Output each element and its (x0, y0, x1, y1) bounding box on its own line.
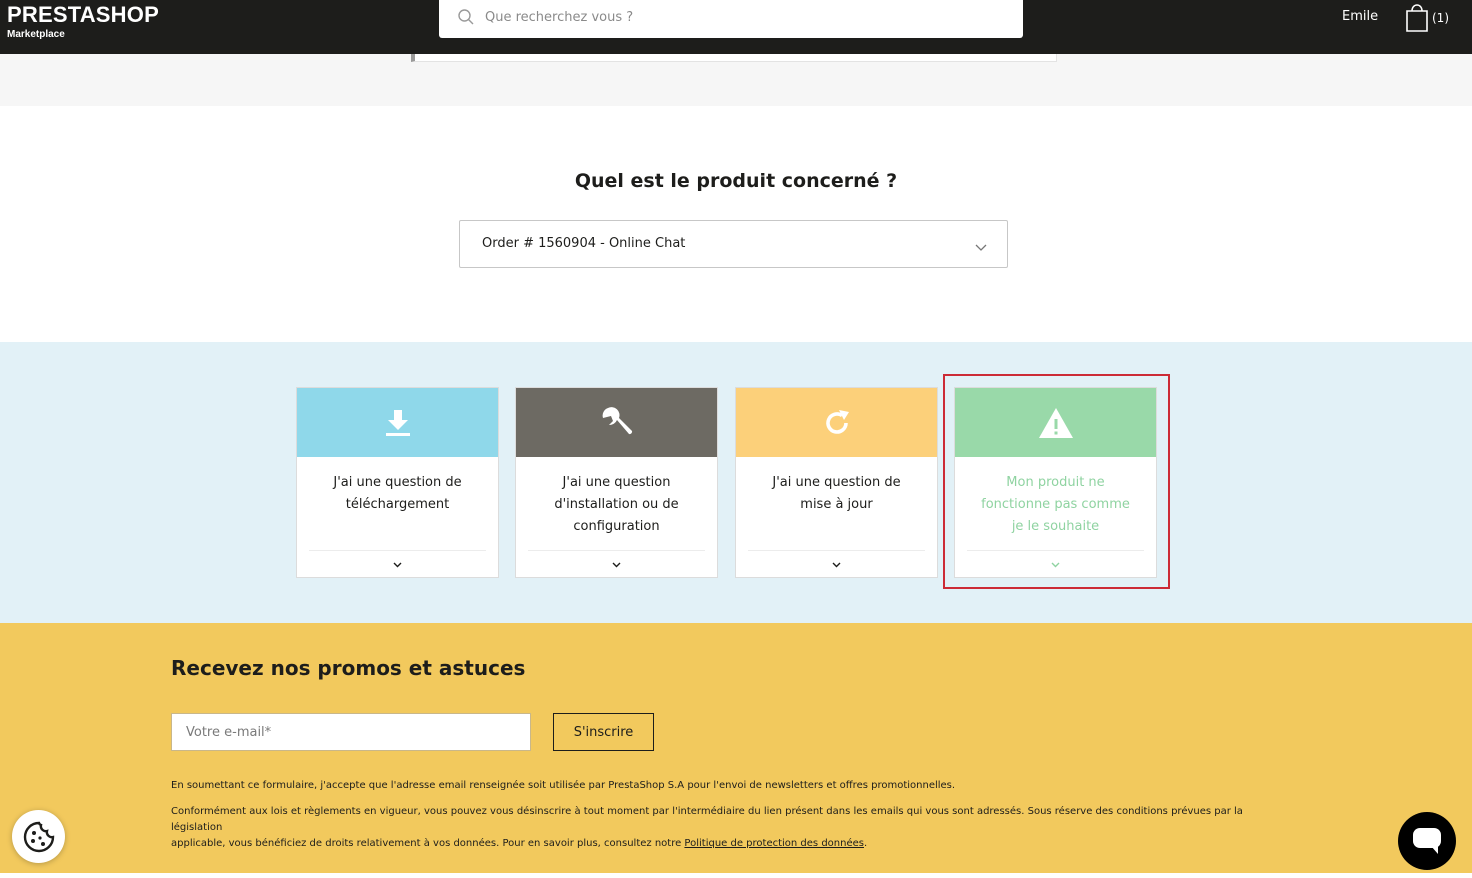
card-download-question[interactable]: J'ai une question de téléchargement (296, 387, 499, 578)
card-label: J'ai une question de mise à jour (772, 475, 901, 512)
newsletter-title: Recevez nos promos et astuces (171, 656, 526, 680)
cookie-icon (23, 821, 54, 852)
chevron-down-icon (393, 562, 402, 568)
chevron-down-icon (975, 244, 987, 251)
card-label: J'ai une question d'installation ou de c… (554, 475, 679, 534)
shopping-bag-icon (1406, 4, 1428, 32)
privacy-policy-link[interactable]: Politique de protection des données (684, 838, 864, 849)
card-divider (528, 550, 705, 551)
page-bottom-edge (0, 873, 1472, 878)
card-divider (748, 550, 925, 551)
product-select-value: Order # 1560904 - Online Chat (482, 236, 686, 251)
selection-highlight (943, 374, 1170, 589)
cart-count: (1) (1432, 11, 1449, 25)
newsletter-email-input[interactable] (171, 713, 531, 751)
search-bar (439, 0, 1023, 38)
wrench-icon (602, 406, 632, 434)
logo-sub: Marketplace (7, 29, 65, 40)
product-select[interactable]: Order # 1560904 - Online Chat (459, 220, 1008, 268)
refresh-icon (825, 409, 849, 434)
chat-bubble-icon (1413, 828, 1441, 854)
newsletter-section: Recevez nos promos et astuces S'inscrire… (0, 623, 1472, 873)
card-installation-question[interactable]: J'ai une question d'installation ou de c… (515, 387, 718, 578)
chevron-down-icon (612, 562, 621, 568)
cart-button[interactable]: (1) (1404, 0, 1449, 34)
card-header (516, 388, 717, 457)
chat-launcher-button[interactable] (1398, 812, 1456, 870)
previous-card-edge (411, 54, 1057, 62)
newsletter-legal-text: Conformément aux lois et règlements en v… (171, 806, 1243, 849)
card-header (736, 388, 937, 457)
user-account-link[interactable]: Emile (1342, 9, 1378, 25)
card-label: J'ai une question de téléchargement (333, 475, 462, 512)
chevron-down-icon (832, 562, 841, 568)
top-header: PRESTASHOP Marketplace Emile (1) (0, 0, 1472, 54)
logo-name: PRESTASHOP (7, 2, 159, 27)
search-input[interactable] (485, 0, 1005, 34)
download-icon (385, 409, 410, 436)
newsletter-consent-text: En soumettant ce formulaire, j'accepte q… (171, 780, 956, 791)
product-question-title: Quel est le produit concerné ? (574, 170, 898, 192)
cookie-settings-button[interactable] (12, 810, 65, 863)
card-header (297, 388, 498, 457)
card-update-question[interactable]: J'ai une question de mise à jour (735, 387, 938, 578)
search-icon (458, 9, 474, 25)
card-divider (309, 550, 486, 551)
subscribe-button[interactable]: S'inscrire (553, 713, 654, 751)
prestashop-logo[interactable]: PRESTASHOP Marketplace (7, 3, 159, 41)
